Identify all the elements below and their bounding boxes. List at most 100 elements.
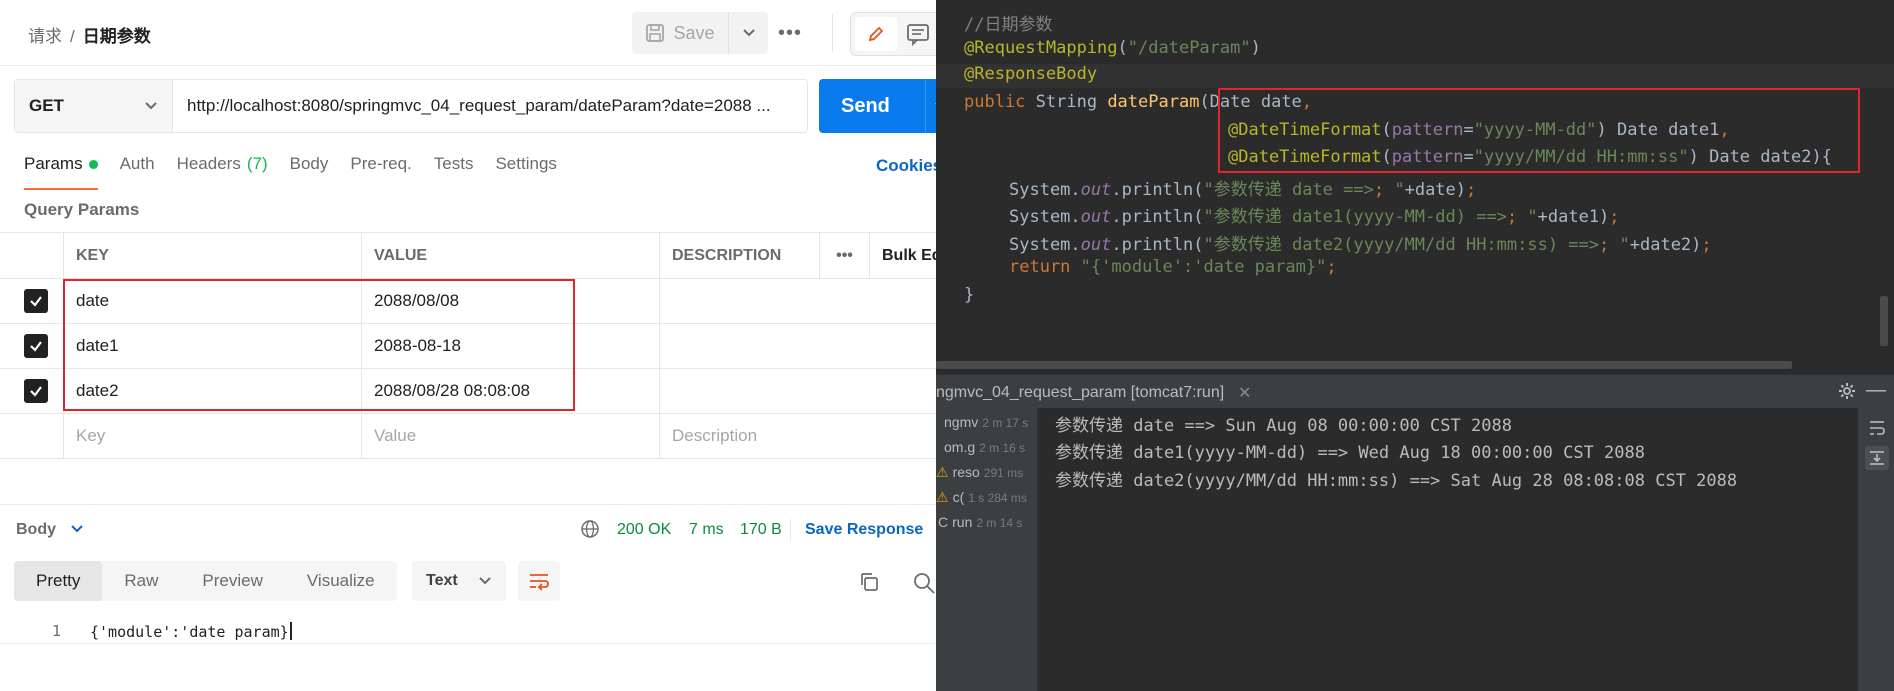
text-cursor [289, 622, 292, 640]
column-header-description: DESCRIPTION [659, 233, 819, 278]
row-checkbox-cell [0, 324, 63, 368]
tab-label: Params [24, 154, 83, 173]
list-item[interactable]: ngmv 2 m 17 s [936, 414, 1028, 436]
tab-label: Auth [119, 154, 155, 173]
console-toolbar [1858, 408, 1894, 691]
code-line: System.out.println("参数传递 date ==>; "+dat… [1009, 175, 1476, 200]
console-output[interactable]: 参数传递 date ==> Sun Aug 08 00:00:00 CST 20… [1039, 408, 1859, 691]
tab-body[interactable]: Body [290, 154, 329, 190]
close-icon[interactable]: ✕ [1238, 383, 1251, 403]
param-key[interactable]: date [63, 279, 361, 323]
code-annotation: @DateTimeFormat(pattern="yyyy-MM-dd") Da… [1228, 120, 1730, 140]
response-time[interactable]: 7 ms [689, 521, 724, 539]
code-line: } [964, 285, 974, 309]
param-key[interactable]: date1 [63, 324, 361, 368]
list-item[interactable]: Crun 2 m 14 s [936, 514, 1022, 536]
response-body-dropdown[interactable]: Body [16, 521, 84, 539]
search-icon[interactable] [912, 571, 936, 595]
chevron-down-icon [145, 102, 157, 110]
gear-icon[interactable] [1838, 382, 1856, 400]
response-format-tabs: Pretty Raw Preview Visualize [14, 561, 397, 601]
tab-auth[interactable]: Auth [120, 154, 155, 190]
globe-icon[interactable] [580, 519, 600, 539]
code-line: //日期参数 [964, 10, 1052, 35]
param-description[interactable] [659, 279, 819, 323]
vertical-scrollbar[interactable] [1880, 296, 1888, 346]
format-visualize[interactable]: Visualize [285, 561, 397, 601]
tab-settings[interactable]: Settings [495, 154, 556, 190]
response-size[interactable]: 170 B [740, 521, 782, 539]
param-value[interactable]: 2088-08-18 [361, 324, 659, 368]
tab-label: Settings [495, 154, 557, 173]
param-value[interactable]: 2088/08/28 08:08:08 [361, 369, 659, 413]
list-item[interactable]: ⚠ reso 291 ms [936, 464, 1023, 486]
chevron-down-icon [479, 577, 491, 585]
new-param-row: Key Value Description [0, 414, 936, 459]
list-item[interactable]: om.g 2 m 16 s [936, 439, 1025, 461]
code-annotation: @RequestMapping("/dateParam") [964, 38, 1261, 58]
wrap-lines-button[interactable] [518, 561, 560, 601]
tab-headers[interactable]: Headers (7) [177, 154, 268, 190]
more-actions-button[interactable]: ••• [778, 22, 802, 45]
code-statement: System.out.println("参数传递 date1(yyyy-MM-d… [1009, 207, 1620, 227]
code-line: @DateTimeFormat(pattern="yyyy-MM-dd") Da… [1228, 120, 1730, 144]
param-value[interactable]: 2088/08/08 [361, 279, 659, 323]
param-key[interactable]: date2 [63, 369, 361, 413]
format-type-select[interactable]: Text [412, 561, 506, 601]
column-options-button[interactable]: ••• [819, 233, 869, 278]
edit-mode-button[interactable] [855, 17, 897, 51]
status-divider [790, 519, 791, 541]
breadcrumb-parent[interactable]: 请求 [28, 27, 62, 46]
send-button[interactable]: Send [819, 79, 936, 133]
format-pretty[interactable]: Pretty [14, 561, 103, 601]
save-dropdown-button[interactable] [728, 12, 768, 54]
table-row: date 2088/08/08 [0, 279, 936, 324]
response-status-bar: Body 200 OK 7 ms 170 B Save Response [0, 504, 936, 552]
documentation-mode-button[interactable] [905, 21, 931, 52]
tab-params[interactable]: Params [24, 154, 98, 190]
response-body-label: Body [16, 521, 56, 538]
new-value-input[interactable]: Value [361, 414, 659, 458]
breadcrumb-current[interactable]: 日期参数 [83, 27, 151, 46]
chevron-down-icon [71, 525, 84, 533]
code-brace: } [964, 285, 975, 305]
copy-icon[interactable] [858, 571, 880, 593]
list-item[interactable]: ⚠ c(1 s 284 ms [936, 489, 1027, 511]
chevron-down-icon [742, 29, 755, 37]
tab-pre-request[interactable]: Pre-req. [350, 154, 411, 190]
view-mode-toggle [850, 12, 936, 56]
minimize-icon[interactable]: — [1866, 379, 1886, 402]
format-preview[interactable]: Preview [180, 561, 284, 601]
request-url-bar: GET http://localhost:8080/springmvc_04_r… [14, 79, 808, 133]
method-select[interactable]: GET [15, 80, 173, 132]
postman-panel: 请求 / 日期参数 Save ••• GET http://localhost:… [0, 0, 936, 691]
param-description[interactable] [659, 369, 819, 413]
params-table-header: KEY VALUE DESCRIPTION ••• Bulk Edit [0, 233, 936, 279]
row-checkbox[interactable] [23, 379, 48, 403]
cookies-link[interactable]: Cookies [876, 156, 936, 176]
format-raw[interactable]: Raw [102, 561, 180, 601]
response-body-viewer[interactable]: 1 {'module':'date param} [0, 618, 936, 644]
bulk-edit-button[interactable]: Bulk Edit [869, 233, 936, 278]
tab-label: Tests [433, 154, 474, 173]
soft-wrap-button[interactable] [1865, 416, 1889, 440]
code-annotation: @DateTimeFormat(pattern="yyyy/MM/dd HH:m… [1228, 147, 1832, 167]
tab-tests[interactable]: Tests [434, 154, 474, 190]
save-response-button[interactable]: Save Response [805, 521, 923, 539]
scroll-to-end-button[interactable] [1865, 446, 1889, 470]
new-description-input[interactable]: Description [659, 414, 819, 458]
url-input[interactable]: http://localhost:8080/springmvc_04_reque… [173, 80, 807, 132]
row-checkbox[interactable] [23, 289, 48, 313]
save-button[interactable]: Save [632, 12, 728, 54]
code-line: return "{'module':'date param}"; [1009, 257, 1337, 281]
new-key-input[interactable]: Key [63, 414, 361, 458]
param-description[interactable] [659, 324, 819, 368]
run-panel-header: ngmvc_04_request_param [tomcat7:run] ✕ — [936, 374, 1894, 408]
status-code[interactable]: 200 OK [617, 521, 671, 539]
run-tab-title[interactable]: ngmvc_04_request_param [tomcat7:run] [936, 384, 1224, 402]
horizontal-scrollbar[interactable] [936, 361, 1792, 369]
row-checkbox[interactable] [23, 334, 48, 358]
row-checkbox-cell [0, 279, 63, 323]
save-icon [646, 24, 665, 42]
code-editor[interactable]: //日期参数 @RequestMapping("/dateParam") @Re… [936, 0, 1894, 372]
